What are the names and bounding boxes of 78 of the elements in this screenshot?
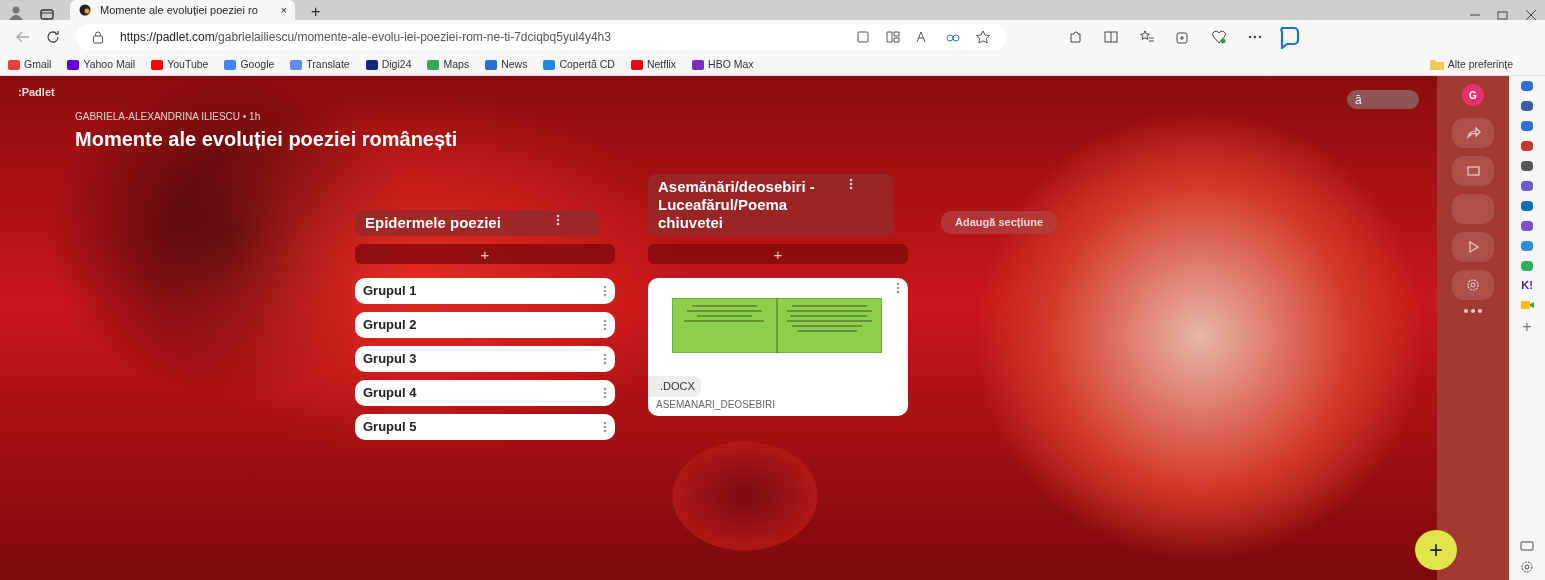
add-app-button[interactable]: +	[1522, 319, 1532, 335]
grid-icon[interactable]	[886, 30, 900, 44]
new-tab[interactable]: +	[311, 4, 321, 20]
bookmark-link[interactable]: Translate	[290, 56, 350, 73]
section-title: Asemănări/deosebiri - Luceafărul/Poema chiuvetei	[658, 177, 816, 232]
post-title: Grupul 5	[363, 417, 417, 436]
url-text: https://padlet.com/gabrielailiescu/momente-ale-evolu-iei-poeziei-rom-ne-ti-7dciqbq5yul4y4h3	[120, 29, 612, 46]
post-card[interactable]: Grupul 1	[355, 277, 615, 304]
padlet-logo[interactable]: :Padlet	[18, 84, 55, 101]
bookmark-link[interactable]: YouTube	[151, 56, 209, 73]
post-card[interactable]: Grupul 2	[355, 311, 615, 338]
post-title: Grupul 2	[363, 315, 417, 334]
video-call-icon[interactable]	[1520, 299, 1534, 311]
more-options-icon[interactable]	[603, 352, 607, 365]
board-author: GABRIELA-ALEXANDRINA ILIESCU • 1h	[75, 109, 262, 124]
close-icon[interactable]	[1525, 10, 1537, 20]
lock-icon	[92, 30, 104, 44]
tab-title: Momente ale evoluției poeziei ro	[100, 2, 259, 18]
collections-icon[interactable]	[1176, 30, 1190, 44]
app-shortcut[interactable]: K!	[1521, 280, 1533, 291]
sidebar-toggle-icon[interactable]	[1520, 540, 1534, 552]
more-options-icon[interactable]	[603, 284, 607, 297]
profile-icon[interactable]	[8, 6, 24, 20]
restore-icon[interactable]	[1497, 10, 1509, 20]
folder-icon	[1429, 59, 1444, 70]
tab-close[interactable]: ×	[280, 1, 287, 19]
toolbar-button[interactable]	[1452, 232, 1494, 262]
bookmark-link[interactable]: Copertă CD	[543, 56, 615, 73]
tab-actions-icon[interactable]	[40, 8, 54, 20]
add-post-button[interactable]: +	[648, 243, 908, 264]
share-icon	[1465, 125, 1481, 141]
more-options-icon[interactable]	[603, 386, 607, 399]
bookmark-folder[interactable]: Alte preferințe	[1429, 56, 1537, 73]
site-favicon	[78, 4, 92, 16]
board-title: Momente ale evoluției poeziei românești	[75, 126, 459, 152]
add-post-fab[interactable]: +	[1415, 530, 1457, 570]
post-title: Grupul 1	[363, 281, 417, 300]
bookmark-link[interactable]: Google	[224, 56, 275, 73]
add-post-button[interactable]: +	[355, 243, 615, 264]
settings-icon	[1465, 277, 1481, 293]
address-field[interactable]: https://padlet.com/gabrielailiescu/momente-ale-evolu-iei-poeziei-rom-ne-ti-7dciqbq5yul4y4h3	[76, 24, 1006, 50]
more-icon[interactable]	[1463, 308, 1483, 314]
more-options-icon[interactable]	[896, 281, 900, 294]
post-card[interactable]: Grupul 4	[355, 379, 615, 406]
star-icon[interactable]	[976, 30, 990, 44]
toolbar-button[interactable]	[1452, 118, 1494, 148]
more-options-icon[interactable]	[849, 177, 853, 190]
bookmark-link[interactable]: Netflix	[630, 56, 677, 73]
crop-icon	[1465, 163, 1481, 179]
bookmark-link[interactable]: Maps	[427, 56, 470, 73]
split-screen-icon[interactable]	[1104, 30, 1118, 44]
bookmark-link[interactable]: News	[485, 56, 528, 73]
bookmark-link[interactable]: Gmail	[8, 56, 52, 73]
post-title: Grupul 4	[363, 383, 417, 402]
section-title: Epidermele poeziei	[365, 213, 502, 232]
clipboard-icon[interactable]	[856, 30, 870, 44]
search-field[interactable]: ă	[1347, 90, 1419, 109]
health-icon[interactable]	[1212, 30, 1226, 44]
post-card[interactable]: .DOCX ASEMANARI_DEOSEBIRI	[648, 277, 908, 416]
refresh-icon[interactable]	[46, 30, 60, 44]
file-type-label: .DOCX	[648, 376, 701, 397]
file-name: ASEMANARI_DEOSEBIRI	[655, 397, 776, 412]
post-card[interactable]: Grupul 5	[355, 413, 615, 440]
more-options-icon[interactable]	[603, 420, 607, 433]
add-section-button[interactable]: Adaugă secțiune	[941, 211, 1058, 234]
browser-tab[interactable]: Momente ale evoluției poeziei ro ×	[70, 0, 295, 20]
toolbar-button[interactable]	[1452, 156, 1494, 186]
settings-icon[interactable]	[1520, 560, 1534, 574]
toolbar-button[interactable]	[1452, 270, 1494, 300]
bookmark-link[interactable]: Yahoo Mail	[67, 56, 136, 73]
more-options-icon[interactable]	[603, 318, 607, 331]
avatar[interactable]: G	[1462, 84, 1484, 106]
more-options-icon[interactable]	[556, 213, 560, 226]
bookmark-link[interactable]: Digi24	[365, 56, 412, 73]
favorites-icon[interactable]	[1140, 30, 1154, 44]
post-card[interactable]: Grupul 3	[355, 345, 615, 372]
bookmark-link[interactable]: HBO Max	[692, 56, 754, 73]
post-title: Grupul 3	[363, 349, 417, 368]
